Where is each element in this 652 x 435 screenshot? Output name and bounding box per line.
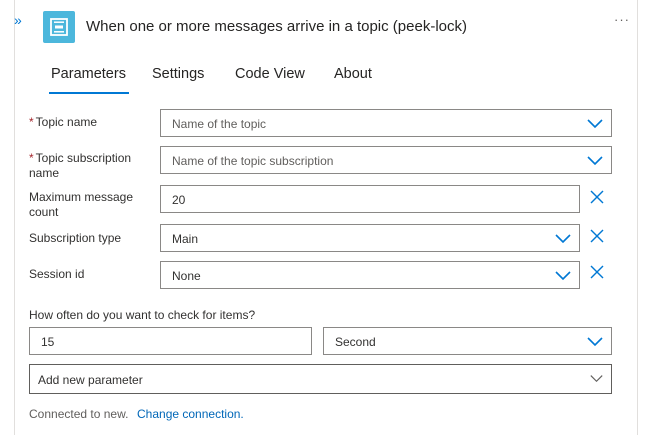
tab-parameters[interactable]: Parameters [49,66,129,94]
subscription-type-label: Subscription type [29,231,122,245]
max-count-value: 20 [172,193,186,207]
recurrence-label: How often do you want to check for items… [29,308,256,322]
subscription-type-dropdown[interactable]: Main [160,224,580,252]
topic-name-label-text: Topic name [35,115,98,129]
tab-settings[interactable]: Settings [152,66,204,82]
service-bus-icon [43,11,75,43]
session-id-label: Session id [29,267,85,281]
close-icon[interactable] [590,190,604,204]
recurrence-frequency-value: Second [335,335,376,349]
chevron-down-icon [587,337,603,347]
required-mark: * [29,115,34,129]
session-id-value: None [172,269,201,283]
topic-subscription-label-text: Topic subscription name [29,151,132,180]
chevron-down-icon [555,271,571,281]
chevron-down-icon [555,234,571,244]
subscription-type-value: Main [172,232,199,246]
add-new-parameter-dropdown[interactable]: Add new parameter [29,364,612,394]
close-icon[interactable] [590,265,604,279]
recurrence-interval-input[interactable]: 15 [29,327,312,355]
change-connection-link[interactable]: Change connection. [137,407,244,421]
topic-subscription-dropdown[interactable]: Name of the topic subscription [160,146,612,174]
tab-code-view[interactable]: Code View [235,66,305,82]
topic-name-label: * Topic name [29,115,97,130]
chevron-down-icon [587,119,603,129]
max-count-label: Maximum message count [29,190,134,219]
add-new-parameter-label: Add new parameter [38,373,143,387]
recurrence-interval-value: 15 [41,335,55,349]
topic-subscription-placeholder: Name of the topic subscription [172,154,334,168]
topic-name-placeholder: Name of the topic [172,117,267,131]
max-count-input[interactable]: 20 [160,185,580,213]
session-id-dropdown[interactable]: None [160,261,580,289]
trigger-title[interactable]: When one or more messages arrive in a to… [86,18,467,35]
more-options-icon[interactable]: ··· [614,12,630,27]
topic-subscription-label: * Topic subscription name [29,151,149,181]
topic-name-dropdown[interactable]: Name of the topic [160,109,612,137]
chevron-down-icon [587,156,603,166]
double-chevron-right-icon[interactable]: » [14,12,30,28]
tab-about[interactable]: About [334,66,372,82]
connection-status: Connected to new. [29,407,129,421]
required-mark: * [29,151,34,165]
chevron-down-icon [590,375,603,383]
recurrence-frequency-dropdown[interactable]: Second [323,327,612,355]
close-icon[interactable] [590,229,604,243]
